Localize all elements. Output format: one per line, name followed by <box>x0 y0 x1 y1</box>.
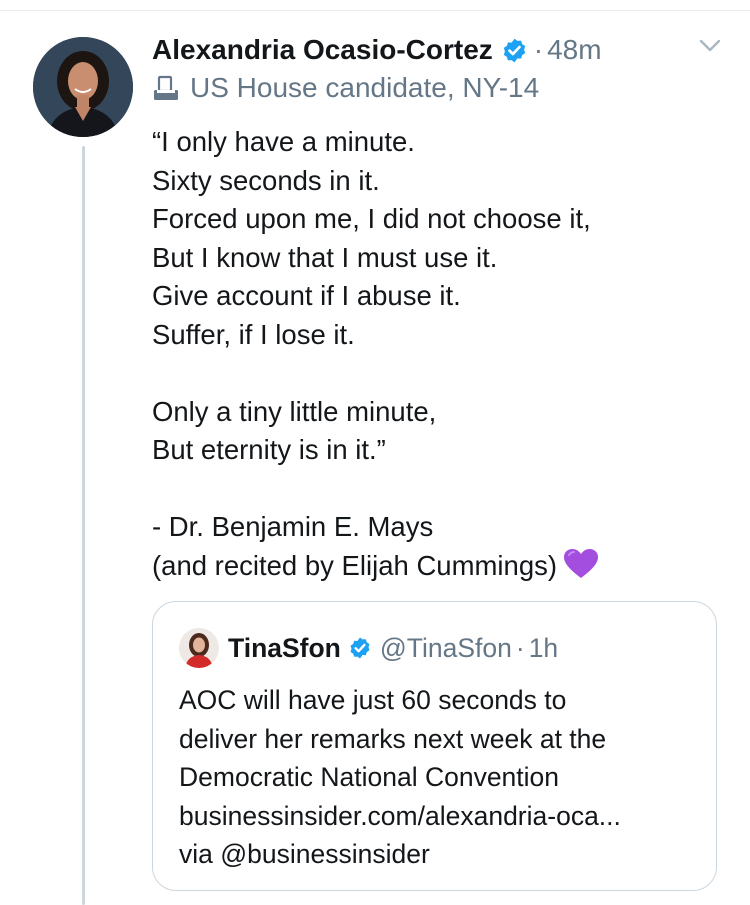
quoted-author-avatar[interactable] <box>179 628 219 668</box>
verified-badge-icon <box>350 637 370 659</box>
quoted-tweet-timestamp: 1h <box>528 632 559 663</box>
quoted-tweet-line: via @businessinsider <box>179 839 430 869</box>
tweet-body: “I only have a minute. Sixty seconds in … <box>152 123 730 585</box>
thread-connector-line <box>82 146 85 905</box>
election-label-text: US House candidate, NY-14 <box>190 72 540 103</box>
author-name[interactable]: Alexandria Ocasio-Cortez <box>152 34 493 66</box>
tweet-line: But I know that I must use it. <box>152 241 498 273</box>
quoted-tweet-line: Democratic National Convention <box>179 762 560 792</box>
quoted-tweet-line: deliver her remarks next week at the <box>179 723 607 754</box>
tweet-line: Suffer, if I lose it. <box>152 318 355 350</box>
tweet-line: But eternity is in it.” <box>152 434 386 465</box>
quoted-author-handle[interactable]: @TinaSfon <box>380 633 512 664</box>
quoted-author-name[interactable]: TinaSfon <box>228 633 341 664</box>
tweet-timestamp[interactable]: 48m <box>547 34 601 66</box>
quoted-author-avatar-image <box>179 628 219 668</box>
tweet-header: Alexandria Ocasio-Cortez · 48m <box>152 30 730 70</box>
quoted-tweet-line: AOC will have just 60 seconds to <box>179 685 567 715</box>
quoted-tweet-link[interactable]: businessinsider.com/alexandria-oca... <box>179 797 706 836</box>
purple-heart-icon <box>564 548 599 578</box>
tweet-line: - Dr. Benjamin E. Mays <box>152 511 434 542</box>
author-avatar-image <box>33 37 133 137</box>
tweet-line: Only a tiny little minute, <box>152 395 437 427</box>
quoted-tweet-header: TinaSfon @TinaSfon · 1h <box>179 628 558 668</box>
author-avatar[interactable] <box>33 37 133 137</box>
chevron-down-icon[interactable] <box>698 38 722 54</box>
verified-badge-icon <box>503 38 525 62</box>
tweet-line: Forced upon me, I did not choose it, <box>152 203 591 234</box>
tweet-line: Give account if I abuse it. <box>152 280 461 311</box>
quoted-tweet-card[interactable]: TinaSfon @TinaSfon · 1h AOC will have ju… <box>152 601 717 891</box>
quoted-time-separator: · <box>515 632 525 663</box>
tweet-line-last: (and recited by Elijah Cummings) <box>152 547 730 586</box>
top-divider <box>0 10 750 11</box>
tweet-line: Sixty seconds in it. <box>152 164 380 196</box>
ballot-box-icon <box>154 75 178 100</box>
tweet-line: “I only have a minute. <box>152 126 415 157</box>
quoted-tweet-body: AOC will have just 60 seconds to deliver… <box>179 681 706 874</box>
time-separator: · <box>533 34 544 65</box>
election-label: US House candidate, NY-14 <box>152 70 539 106</box>
tweet-line-text: (and recited by Elijah Cummings) <box>152 549 558 581</box>
